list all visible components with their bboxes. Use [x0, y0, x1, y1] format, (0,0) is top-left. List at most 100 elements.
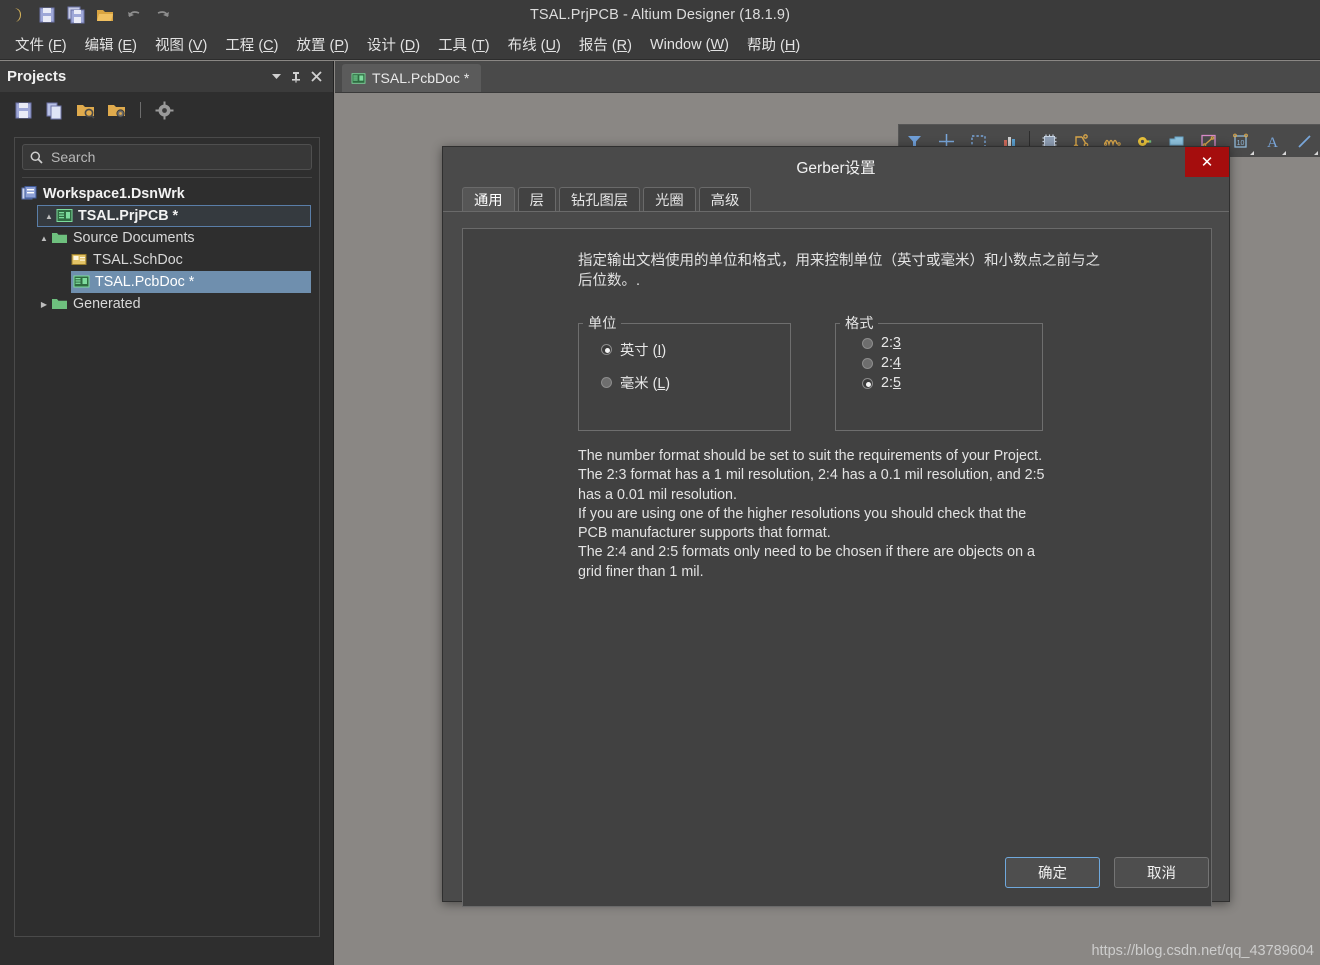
documents-icon[interactable] — [45, 101, 64, 120]
tree-item-workspace[interactable]: Workspace1.DsnWrk — [15, 183, 319, 205]
format-group: 格式 2:3 2:4 2:5 — [835, 313, 1043, 431]
altium-logo-icon — [8, 5, 28, 25]
radio-format-2-4[interactable]: 2:4 — [836, 353, 1042, 373]
tab-general[interactable]: 通用 — [462, 187, 515, 211]
panel-toolbar — [0, 92, 333, 128]
menu-route[interactable]: 布线 (U) — [499, 31, 570, 58]
search-icon — [30, 151, 43, 164]
ok-button[interactable]: 确定 — [1005, 856, 1100, 888]
description-line: The number format should be set to suit … — [578, 448, 1043, 464]
watermark: https://blog.csdn.net/qq_43789604 — [1091, 943, 1314, 959]
collapse-arrow-icon[interactable]: ▲ — [42, 212, 56, 221]
menu-file[interactable]: 文件 (F) — [6, 31, 76, 58]
workspace-icon — [21, 186, 39, 202]
dialog-description-en: The number format should be set to suit … — [578, 447, 1058, 582]
dropdown-arrow-icon[interactable] — [266, 67, 286, 87]
radio-format-2-3[interactable]: 2:3 — [836, 333, 1042, 353]
project-tree-box: Workspace1.DsnWrk ▲ TSAL.PrjPCB * ▲ Sour… — [14, 137, 320, 937]
radio-button-icon[interactable] — [601, 344, 612, 355]
radio-units-millimeter[interactable]: 毫米 (L) — [579, 366, 790, 399]
tab-advanced[interactable]: 高级 — [698, 187, 752, 211]
toolbar-separator — [140, 102, 141, 118]
quick-access-toolbar — [0, 5, 173, 25]
radio-button-icon[interactable] — [862, 377, 873, 389]
tab-drill-drawing[interactable]: 钻孔图层 — [558, 187, 641, 211]
radio-button-icon[interactable] — [862, 337, 873, 349]
tree-item-project[interactable]: ▲ TSAL.PrjPCB * — [37, 205, 311, 227]
menu-design[interactable]: 设计 (D) — [358, 31, 429, 58]
svg-text:A: A — [1267, 135, 1278, 150]
tree-item-label: Generated — [73, 296, 141, 312]
text-icon[interactable]: A — [1256, 126, 1288, 157]
radio-button-icon[interactable] — [601, 377, 612, 388]
dialog-title: Gerber设置 — [796, 159, 876, 177]
project-options-icon[interactable] — [107, 101, 126, 120]
tree-item-label: Workspace1.DsnWrk — [43, 186, 185, 202]
pin-icon[interactable] — [286, 67, 306, 87]
radio-label: 2:3 — [881, 335, 901, 351]
description-line: The 2:3 format has a 1 mil resolution, 2… — [578, 467, 1045, 503]
radio-units-inch[interactable]: 英寸 (I) — [579, 333, 790, 366]
search-input[interactable] — [49, 148, 304, 166]
units-group: 单位 英寸 (I) 毫米 (L) — [578, 313, 791, 431]
tab-layers[interactable]: 层 — [517, 187, 556, 211]
radio-label: 毫米 (L) — [620, 376, 671, 392]
menu-tools[interactable]: 工具 (T) — [429, 31, 499, 58]
menu-project[interactable]: 工程 (C) — [216, 31, 287, 58]
close-icon[interactable]: ✕ — [1185, 147, 1229, 177]
radio-button-icon[interactable] — [862, 357, 873, 369]
tree-item-pcbdoc[interactable]: TSAL.PcbDoc * — [71, 271, 311, 293]
save-icon[interactable] — [14, 101, 33, 120]
format-group-legend: 格式 — [845, 316, 874, 332]
search-row — [15, 138, 319, 170]
save-icon[interactable] — [37, 5, 57, 25]
collapse-arrow-icon[interactable]: ▲ — [37, 234, 51, 243]
tree-item-schdoc[interactable]: TSAL.SchDoc — [15, 249, 319, 271]
gear-icon[interactable] — [155, 101, 174, 120]
sch-icon — [71, 252, 89, 268]
line-icon[interactable] — [1288, 126, 1320, 157]
menu-reports[interactable]: 报告 (R) — [570, 31, 641, 58]
menu-view[interactable]: 视图 (V) — [146, 31, 216, 58]
option-groups: 单位 英寸 (I) 毫米 (L) 格式 2:3 2:4 2:5 — [578, 313, 1193, 431]
tree-item-label: TSAL.SchDoc — [93, 252, 183, 268]
menu-edit[interactable]: 编辑 (E) — [76, 31, 146, 58]
open-icon[interactable] — [95, 5, 115, 25]
window-title-bar: TSAL.PrjPCB - Altium Designer (18.1.9) — [0, 0, 1320, 30]
document-tab-label: TSAL.PcbDoc * — [372, 70, 470, 86]
radio-label: 英寸 (I) — [620, 343, 667, 359]
radio-format-2-5[interactable]: 2:5 — [836, 373, 1042, 393]
dialog-tab-strip: 通用 层 钻孔图层 光圈 高级 — [443, 186, 1229, 212]
tab-apertures[interactable]: 光圈 — [643, 187, 696, 211]
document-tab-bar: TSAL.PcbDoc * — [335, 61, 1320, 93]
dialog-title-bar: Gerber设置 ✕ — [443, 147, 1229, 186]
menu-help[interactable]: 帮助 (H) — [738, 31, 809, 58]
svg-text:10: 10 — [1236, 140, 1244, 147]
radio-label: 2:4 — [881, 355, 901, 371]
tree-item-generated[interactable]: ▶ Generated — [15, 293, 319, 315]
description-line: The 2:4 and 2:5 formats only need to be … — [578, 544, 1035, 580]
app-title: TSAL.PrjPCB - Altium Designer (18.1.9) — [529, 7, 791, 23]
folder-icon — [51, 296, 69, 312]
radio-label: 2:5 — [881, 375, 901, 391]
projects-panel: Projects Search Workspace1.DsnWrk ▲ TSAL… — [0, 61, 334, 965]
description-line: If you are using one of the higher resol… — [578, 505, 1027, 542]
dialog-body: 指定输出文档使用的单位和格式，用来控制单位（英寸或毫米）和小数点之前与之后位数。… — [462, 228, 1212, 907]
save-all-icon[interactable] — [66, 5, 86, 25]
gerber-setup-dialog: Gerber设置 ✕ 通用 层 钻孔图层 光圈 高级 指定输出文档使用的单位和格… — [442, 146, 1230, 907]
close-icon[interactable] — [306, 67, 326, 87]
open-project-icon[interactable] — [76, 101, 95, 120]
undo-icon[interactable] — [124, 5, 144, 25]
redo-icon[interactable] — [153, 5, 173, 25]
cancel-button[interactable]: 取消 — [1114, 856, 1209, 888]
pcb-icon — [351, 72, 366, 85]
menu-window[interactable]: Window (W) — [641, 34, 738, 56]
pcb-icon — [73, 274, 91, 290]
search-box[interactable] — [22, 144, 312, 170]
document-tab-pcbdoc[interactable]: TSAL.PcbDoc * — [342, 64, 482, 92]
units-group-legend: 单位 — [588, 316, 617, 332]
expand-arrow-icon[interactable]: ▶ — [37, 300, 51, 309]
menu-place[interactable]: 放置 (P) — [288, 31, 358, 58]
project-tree: Workspace1.DsnWrk ▲ TSAL.PrjPCB * ▲ Sour… — [15, 178, 319, 315]
tree-item-source-documents[interactable]: ▲ Source Documents — [15, 227, 319, 249]
